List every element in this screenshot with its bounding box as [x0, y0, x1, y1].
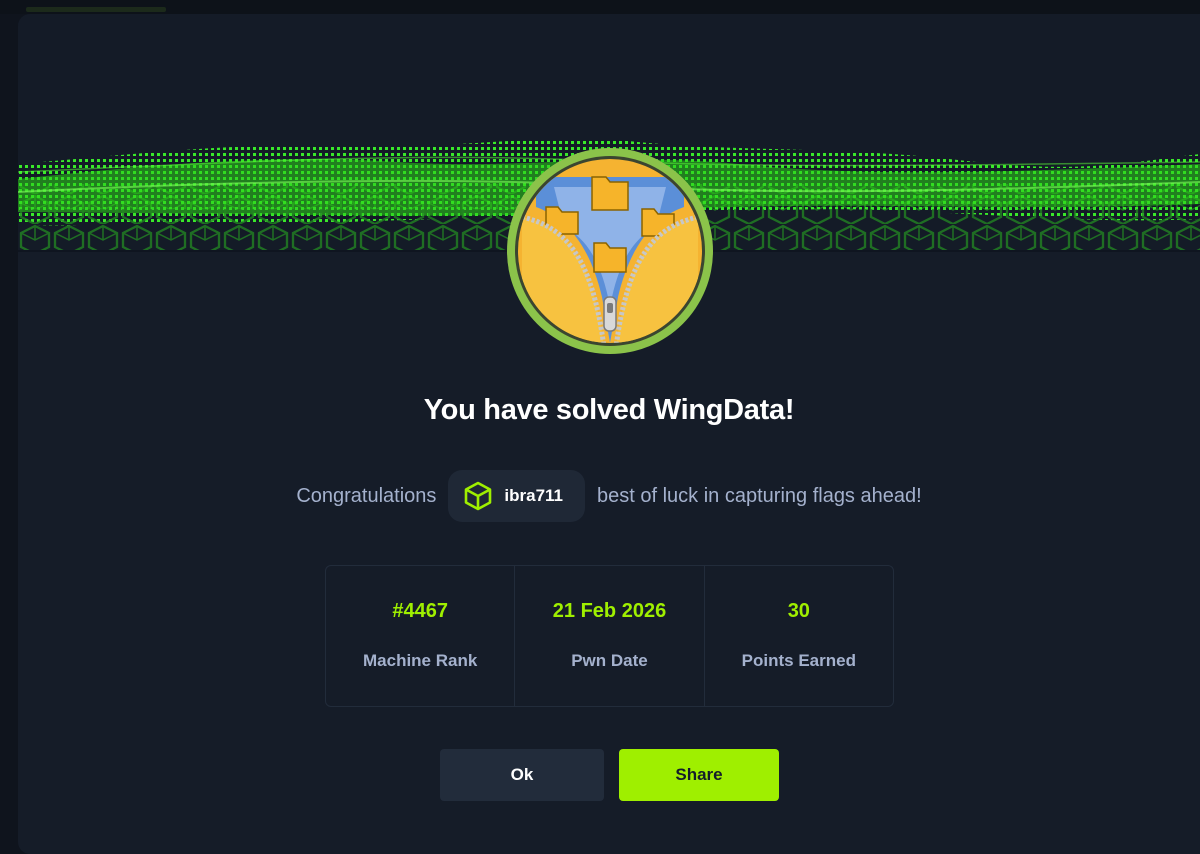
username: ibra711 [504, 486, 564, 505]
congrats-suffix: best of luck in capturing flags ahead! [597, 484, 922, 507]
stat-label: Points Earned [741, 651, 856, 670]
background-topbar [0, 0, 1200, 14]
congratulations-message: Congratulations ibra711 best of luck in … [18, 470, 1200, 522]
page-title: You have solved WingData! [423, 394, 795, 426]
topbar-accent [26, 7, 166, 12]
user-chip[interactable]: ibra711 [448, 470, 586, 522]
ok-button[interactable]: Ok [440, 749, 604, 801]
congrats-prefix: Congratulations [296, 484, 437, 507]
stat-value: #4467 [392, 600, 448, 622]
green-cube-icon [464, 481, 492, 511]
wingdata-zipper-folders-icon [506, 147, 714, 355]
stat-value: 21 Feb 2026 [552, 600, 667, 622]
share-button[interactable]: Share [619, 749, 779, 801]
stat-machine-rank: #4467 Machine Rank [326, 566, 516, 706]
solved-machine-modal: You have solved WingData! Congratulation… [18, 14, 1200, 854]
stats-panel: #4467 Machine Rank 21 Feb 2026 Pwn Date … [325, 565, 894, 707]
stat-label: Pwn Date [571, 651, 648, 670]
stat-points-earned: 30 Points Earned [705, 566, 893, 706]
stat-value: 30 [787, 600, 810, 622]
stat-label: Machine Rank [363, 651, 478, 670]
stat-pwn-date: 21 Feb 2026 Pwn Date [515, 566, 705, 706]
